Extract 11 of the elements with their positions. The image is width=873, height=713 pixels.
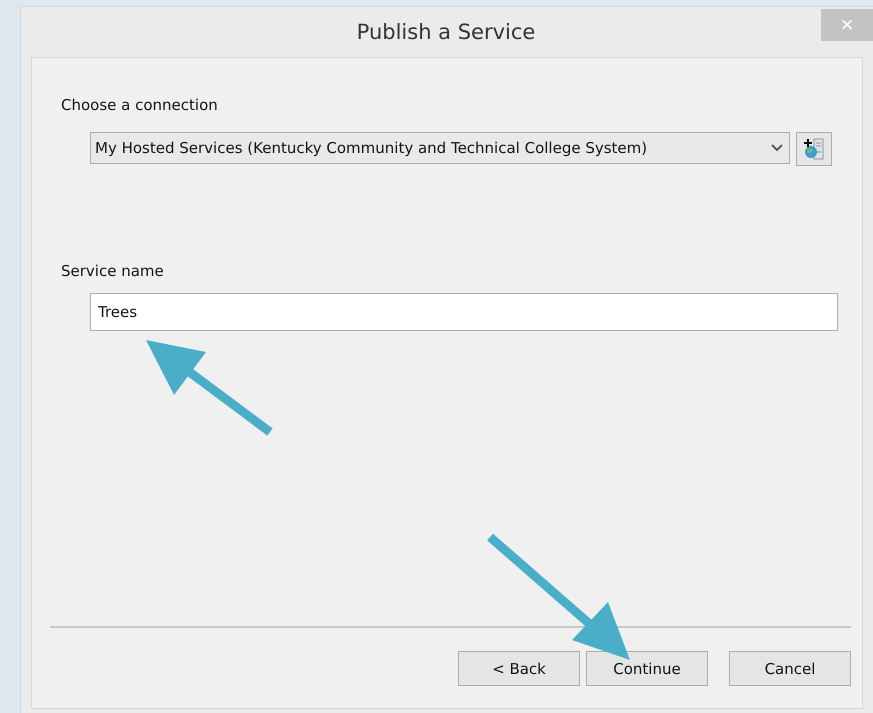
chevron-icon <box>771 144 783 152</box>
connection-dropdown[interactable]: My Hosted Services (Kentucky Community and Technical College System) <box>90 132 790 164</box>
field-label: Choose a connection <box>61 96 219 114</box>
window-title: Publish a Service <box>356 20 536 44</box>
service-name-field[interactable]: Trees <box>90 293 838 331</box>
field-label: Service name <box>61 262 165 280</box>
dialog-button[interactable]: Cancel <box>729 651 851 686</box>
globe-server-icon <box>802 137 826 161</box>
add-connection-button[interactable] <box>796 132 832 166</box>
dialog-button[interactable]: < Back <box>458 651 580 686</box>
dialog-button[interactable]: Continue <box>586 651 708 686</box>
